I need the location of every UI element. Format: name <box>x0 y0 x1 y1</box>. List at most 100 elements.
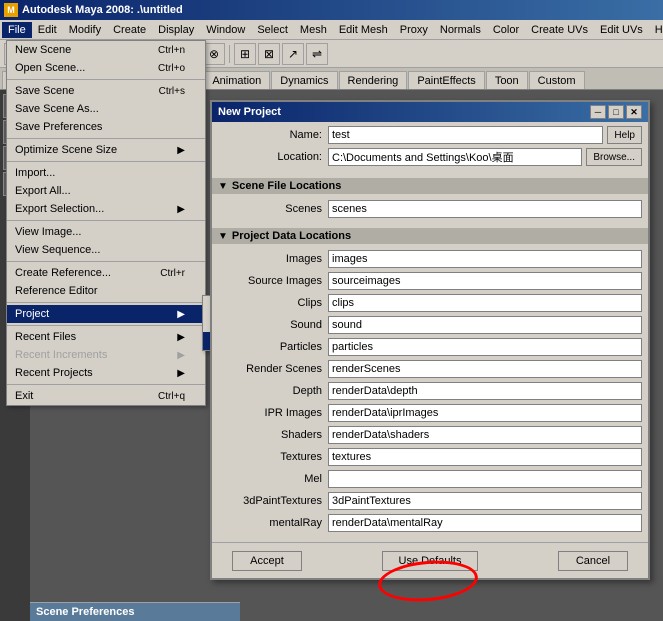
app-title: Autodesk Maya 2008: .\untitled <box>22 4 183 16</box>
source-images-label: Source Images <box>218 275 328 287</box>
scene-prefs-panel: Scene Preferences <box>30 602 240 621</box>
help-button[interactable]: Help <box>607 126 642 144</box>
accept-button[interactable]: Accept <box>232 551 302 571</box>
menu-modify[interactable]: Modify <box>63 22 107 38</box>
menu-sep-4 <box>7 220 205 221</box>
tab-dynamics[interactable]: Dynamics <box>271 71 337 89</box>
menu-import[interactable]: Import... <box>7 164 205 182</box>
project-data-fields: Images Source Images Clips Sound Particl… <box>212 248 648 538</box>
dialog-close-btn[interactable]: ✕ <box>626 105 642 119</box>
menu-view-seq[interactable]: View Sequence... <box>7 241 205 259</box>
textures-input[interactable] <box>328 448 642 466</box>
file-menu: New Scene Ctrl+n Open Scene... Ctrl+o Sa… <box>6 40 206 406</box>
tab-toon[interactable]: Toon <box>486 71 528 89</box>
render-scenes-label: Render Scenes <box>218 363 328 375</box>
section-project-data[interactable]: ▼ Project Data Locations <box>212 228 648 244</box>
menu-window[interactable]: Window <box>200 22 251 38</box>
images-label: Images <box>218 253 328 265</box>
menu-save-prefs[interactable]: Save Preferences <box>7 118 205 136</box>
scenes-input[interactable] <box>328 200 642 218</box>
menu-create[interactable]: Create <box>107 22 152 38</box>
location-input[interactable] <box>328 148 582 166</box>
dialog-minimize-btn[interactable]: ─ <box>590 105 606 119</box>
use-defaults-button[interactable]: Use Defaults <box>382 551 479 571</box>
depth-input[interactable] <box>328 382 642 400</box>
menu-mesh[interactable]: Mesh <box>294 22 333 38</box>
toolbar-btn-12[interactable]: ↗ <box>282 43 304 65</box>
menu-sep-5 <box>7 261 205 262</box>
menu-export-all[interactable]: Export All... <box>7 182 205 200</box>
particles-label: Particles <box>218 341 328 353</box>
app-icon: M <box>4 3 18 17</box>
menu-sep-6 <box>7 302 205 303</box>
cancel-button[interactable]: Cancel <box>558 551 628 571</box>
menu-select[interactable]: Select <box>251 22 294 38</box>
menu-normals[interactable]: Normals <box>434 22 487 38</box>
menu-open-scene[interactable]: Open Scene... Ctrl+o <box>7 59 205 77</box>
ipr-input[interactable] <box>328 404 642 422</box>
menu-sep-8 <box>7 384 205 385</box>
scene-prefs-header: Scene Preferences <box>30 603 240 621</box>
menu-sep-1 <box>7 79 205 80</box>
toolbar-btn-11[interactable]: ⊠ <box>258 43 280 65</box>
browse-button[interactable]: Browse... <box>586 148 642 166</box>
menu-help[interactable]: Help <box>649 22 663 38</box>
particles-input[interactable] <box>328 338 642 356</box>
tab-painteffects[interactable]: PaintEffects <box>408 71 485 89</box>
menu-display[interactable]: Display <box>152 22 200 38</box>
menu-color[interactable]: Color <box>487 22 525 38</box>
toolbar-btn-9[interactable]: ⊗ <box>203 43 225 65</box>
menu-export-sel[interactable]: Export Selection... ▶ <box>7 200 205 218</box>
menu-proxy[interactable]: Proxy <box>394 22 434 38</box>
menu-project[interactable]: Project ▶ <box>7 305 205 323</box>
menu-view-image[interactable]: View Image... <box>7 223 205 241</box>
menu-optimize[interactable]: Optimize Scene Size ▶ <box>7 141 205 159</box>
section-arrow-2: ▼ <box>218 231 228 242</box>
toolbar-sep-2 <box>229 45 230 63</box>
menu-recent-projects[interactable]: Recent Projects ▶ <box>7 364 205 382</box>
textures-label: Textures <box>218 451 328 463</box>
render-scenes-input[interactable] <box>328 360 642 378</box>
tab-rendering[interactable]: Rendering <box>339 71 408 89</box>
toolbar-btn-13[interactable]: ⇌ <box>306 43 328 65</box>
shaders-label: Shaders <box>218 429 328 441</box>
toolbar-btn-10[interactable]: ⊞ <box>234 43 256 65</box>
paint-textures-input[interactable] <box>328 492 642 510</box>
mentalray-input[interactable] <box>328 514 642 532</box>
depth-label: Depth <box>218 385 328 397</box>
sound-input[interactable] <box>328 316 642 334</box>
name-label: Name: <box>218 129 328 141</box>
clips-input[interactable] <box>328 294 642 312</box>
menu-edituvs[interactable]: Edit UVs <box>594 22 649 38</box>
section-scene-files[interactable]: ▼ Scene File Locations <box>212 178 648 194</box>
menu-create-ref[interactable]: Create Reference... Ctrl+r <box>7 264 205 282</box>
mel-input[interactable] <box>328 470 642 488</box>
menu-new-scene[interactable]: New Scene Ctrl+n <box>7 41 205 59</box>
scene-file-fields: Scenes <box>212 198 648 224</box>
menu-editmesh[interactable]: Edit Mesh <box>333 22 394 38</box>
images-input[interactable] <box>328 250 642 268</box>
menu-recent-increments[interactable]: Recent Increments ▶ <box>7 346 205 364</box>
location-row: Location: Browse... <box>218 148 642 166</box>
menu-file[interactable]: File <box>2 22 32 38</box>
dialog-title-bar: New Project ─ □ ✕ <box>212 102 648 122</box>
name-input[interactable] <box>328 126 603 144</box>
location-label: Location: <box>218 151 328 163</box>
dialog-maximize-btn[interactable]: □ <box>608 105 624 119</box>
new-project-dialog: New Project ─ □ ✕ Name: Help Location: B… <box>210 100 650 580</box>
tab-animation[interactable]: Animation <box>203 71 270 89</box>
shaders-input[interactable] <box>328 426 642 444</box>
menu-save-as[interactable]: Save Scene As... <box>7 100 205 118</box>
title-bar: M Autodesk Maya 2008: .\untitled <box>0 0 663 20</box>
menu-sep-7 <box>7 325 205 326</box>
menu-createuvs[interactable]: Create UVs <box>525 22 594 38</box>
menu-recent-files[interactable]: Recent Files ▶ <box>7 328 205 346</box>
menu-exit[interactable]: Exit Ctrl+q <box>7 387 205 405</box>
tab-custom[interactable]: Custom <box>529 71 585 89</box>
source-images-input[interactable] <box>328 272 642 290</box>
dialog-scroll-area[interactable]: ▼ Scene File Locations Scenes ▼ Project … <box>212 174 648 542</box>
name-row: Name: Help <box>218 126 642 144</box>
menu-edit[interactable]: Edit <box>32 22 63 38</box>
menu-save-scene[interactable]: Save Scene Ctrl+s <box>7 82 205 100</box>
menu-ref-editor[interactable]: Reference Editor <box>7 282 205 300</box>
